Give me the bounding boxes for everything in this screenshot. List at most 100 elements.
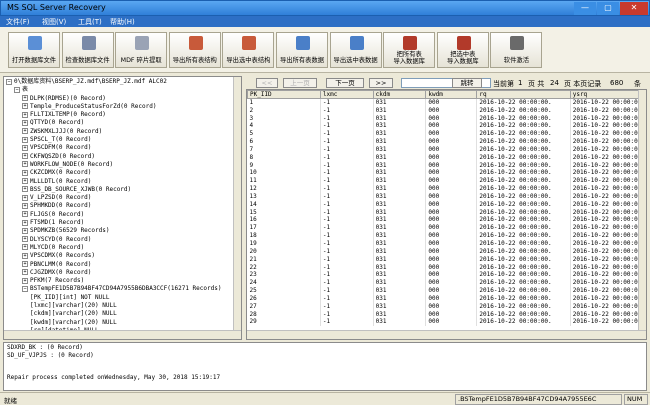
menu-view[interactable]: 视图(V) bbox=[42, 17, 66, 27]
expand-icon[interactable]: + bbox=[22, 178, 28, 185]
expand-icon[interactable]: + bbox=[22, 161, 28, 168]
expand-icon[interactable]: + bbox=[22, 95, 28, 102]
collapse-icon[interactable]: − bbox=[22, 285, 28, 292]
column-header-rq[interactable]: rq bbox=[476, 90, 571, 99]
tree-node[interactable]: + MLYCD(0 Record) bbox=[6, 244, 232, 252]
table-row[interactable]: 8 -1 031 000 2016-10-22 00:00:00. 2016-10-22 … bbox=[247, 153, 646, 162]
goto-page-button[interactable]: 跳转 bbox=[452, 78, 482, 88]
table-row[interactable]: 12 -1 031 000 2016-10-22 00:00:00. 2016-10-22… bbox=[247, 184, 646, 193]
column-header-lxmc[interactable]: lxmc bbox=[319, 90, 374, 99]
table-row[interactable]: 7 -1 031 000 2016-10-22 00:00:00. 2016-10-22 … bbox=[247, 145, 646, 154]
table-row[interactable]: 26 -1 031 000 2016-10-22 00:00:00. 2016-10-22… bbox=[247, 294, 646, 303]
tree-node[interactable]: + FLLTIXLTEMP(0 Record) bbox=[6, 111, 232, 119]
expand-icon[interactable]: + bbox=[22, 103, 28, 110]
expand-icon[interactable]: + bbox=[22, 277, 28, 284]
toolbar-button-1[interactable]: 检查数据库文件 bbox=[61, 32, 114, 68]
table-row[interactable]: 1 -1 031 000 2016-10-22 00:00:00. 2016-10-22 … bbox=[247, 98, 646, 107]
expand-icon[interactable]: + bbox=[22, 261, 28, 268]
toolbar-button-6[interactable]: 导出选中表数据 bbox=[329, 32, 382, 68]
tree-node[interactable]: + CJGZDMX(0 Record) bbox=[6, 269, 232, 277]
tree-node[interactable]: + FLJGS(0 Record) bbox=[6, 211, 232, 219]
table-row[interactable]: 19 -1 031 000 2016-10-22 00:00:00. 2016-10-22… bbox=[247, 239, 646, 248]
maximize-button[interactable]: ▢ bbox=[597, 2, 619, 15]
table-row[interactable]: 18 -1 031 000 2016-10-22 00:00:00. 2016-10-22… bbox=[247, 232, 646, 240]
table-row[interactable]: 28 -1 031 000 2016-10-22 00:00:00. 2016-10-22… bbox=[247, 310, 646, 319]
tree-node[interactable]: − BSTempFE1D5B7B94BF47CD94A7955B6DBA3CCF(… bbox=[6, 285, 232, 293]
expand-icon[interactable]: + bbox=[22, 227, 28, 234]
expand-icon[interactable]: + bbox=[22, 136, 28, 143]
tree-node[interactable]: + V_LPZSD(0 Record) bbox=[6, 194, 232, 202]
expand-icon[interactable]: + bbox=[22, 169, 28, 176]
expand-icon[interactable]: + bbox=[22, 144, 28, 151]
table-row[interactable]: 5 -1 031 000 2016-10-22 00:00:00. 2016-10-22 … bbox=[247, 130, 646, 138]
toolbar-button-0[interactable]: 打开数据库文件 bbox=[8, 32, 60, 68]
next-page-button[interactable]: 下一页 bbox=[326, 78, 364, 88]
table-row[interactable]: 23 -1 031 000 2016-10-22 00:00:00. 2016-10-22… bbox=[247, 271, 646, 280]
tree-node[interactable]: + VPSCDFM(0 Record) bbox=[6, 144, 232, 152]
grid-horizontal-scrollbar[interactable] bbox=[247, 330, 646, 339]
tree-node[interactable]: [kwdm][varchar](20) NULL bbox=[6, 319, 232, 327]
table-row[interactable]: 10 -1 031 000 2016-10-22 00:00:00. 2016-10-22… bbox=[247, 169, 646, 178]
menu-file[interactable]: 文件(F) bbox=[6, 17, 30, 27]
table-row[interactable]: 6 -1 031 000 2016-10-22 00:00:00. 2016-10-22 … bbox=[247, 137, 646, 146]
column-header-pk_iid[interactable]: PK_IID bbox=[247, 90, 321, 99]
table-row[interactable]: 9 -1 031 000 2016-10-22 00:00:00. 2016-10-22 … bbox=[247, 161, 646, 170]
table-row[interactable]: 22 -1 031 000 2016-10-22 00:00:00. 2016-10-22… bbox=[247, 263, 646, 272]
expand-icon[interactable]: + bbox=[22, 269, 28, 276]
tree-horizontal-scrollbar[interactable] bbox=[4, 330, 241, 339]
tree-node[interactable]: + PBNCLMM(0 Record) bbox=[6, 261, 232, 269]
menu-help[interactable]: 帮助(H) bbox=[110, 17, 135, 27]
first-page-button[interactable]: << bbox=[256, 78, 278, 88]
table-row[interactable]: 17 -1 031 000 2016-10-22 00:00:00. 2016-10-22… bbox=[247, 224, 646, 232]
tree-node[interactable]: −0\数据库资料\BSERP_JZ.mdf\BSERP_JZ.mdf ALC02 bbox=[6, 78, 232, 86]
tree-node[interactable]: + DLPK(RDMSE)(0 Record) bbox=[6, 95, 232, 103]
toolbar-button-8[interactable]: 把选中表 导入数据库 bbox=[436, 32, 489, 68]
tree-node[interactable]: + WORKFLOW_NODE(0 Record) bbox=[6, 161, 232, 169]
toolbar-button-2[interactable]: MDF 碎片提取 bbox=[115, 32, 168, 68]
table-row[interactable]: 14 -1 031 000 2016-10-22 00:00:00. 2016-10-22… bbox=[247, 200, 646, 209]
toolbar-button-9[interactable]: 软件激活 bbox=[490, 32, 543, 68]
expand-icon[interactable]: + bbox=[22, 111, 28, 118]
tree-node[interactable]: + ZWSKMXLJJJ(0 Record) bbox=[6, 128, 232, 136]
minimize-button[interactable]: — bbox=[574, 2, 596, 15]
table-row[interactable]: 3 -1 031 000 2016-10-22 00:00:00. 2016-10-22 … bbox=[247, 114, 646, 123]
tree-node[interactable]: + SPSCL_T(0 Record) bbox=[6, 136, 232, 144]
table-row[interactable]: 29 -1 031 000 2016-10-22 00:00:00. 2016-10-22… bbox=[247, 318, 646, 327]
table-row[interactable]: 13 -1 031 000 2016-10-22 00:00:00. 2016-10-22… bbox=[247, 192, 646, 201]
prev-page-button[interactable]: 上一页 bbox=[283, 78, 317, 88]
tree-node[interactable]: [lxmc][varchar](20) NULL bbox=[6, 302, 232, 310]
tree-node[interactable]: + Temple_ProduceStatusForZd(0 Record) bbox=[6, 103, 232, 111]
expand-icon[interactable]: + bbox=[22, 202, 28, 209]
expand-icon[interactable]: + bbox=[22, 186, 28, 193]
tree-node[interactable]: + CKZCDMX(0 Record) bbox=[6, 169, 232, 177]
tree-node[interactable]: + SPDMKZB(56529 Records) bbox=[6, 227, 232, 235]
expand-icon[interactable]: + bbox=[22, 252, 28, 259]
expand-icon[interactable]: + bbox=[22, 119, 28, 126]
table-row[interactable]: 25 -1 031 000 2016-10-22 00:00:00. 2016-10-22… bbox=[247, 286, 646, 295]
tree-node[interactable]: [PK_IID][int] NOT NULL bbox=[6, 294, 232, 302]
menu-tools[interactable]: 工具(T) bbox=[78, 17, 102, 27]
table-row[interactable]: 11 -1 031 000 2016-10-22 00:00:00. 2016-10-22… bbox=[247, 177, 646, 185]
table-row[interactable]: 16 -1 031 000 2016-10-22 00:00:00. 2016-10-22… bbox=[247, 216, 646, 225]
tree-node[interactable]: + QTTYD(0 Record) bbox=[6, 119, 232, 127]
table-row[interactable]: 2 -1 031 000 2016-10-22 00:00:00. 2016-10-22 … bbox=[247, 106, 646, 115]
table-row[interactable]: 24 -1 031 000 2016-10-22 00:00:00. 2016-10-22… bbox=[247, 279, 646, 287]
expand-icon[interactable]: + bbox=[22, 219, 28, 226]
table-row[interactable]: 4 -1 031 000 2016-10-22 00:00:00. 2016-10-22 … bbox=[247, 122, 646, 131]
toolbar-button-4[interactable]: 导出选中表结构 bbox=[222, 32, 275, 68]
expand-icon[interactable]: + bbox=[22, 194, 28, 201]
tree-node[interactable]: + MLLLDTL(0 Record) bbox=[6, 178, 232, 186]
tree-node[interactable]: − 表 bbox=[6, 86, 232, 94]
tree-node[interactable]: + CKFWQSZD(0 Record) bbox=[6, 153, 232, 161]
tree-node[interactable]: + PFKM(7 Records) bbox=[6, 277, 232, 285]
expand-icon[interactable]: + bbox=[22, 211, 28, 218]
tree-node[interactable]: + SPHMKDD(0 Record) bbox=[6, 202, 232, 210]
tree-node[interactable]: + VPSCDMX(0 Records) bbox=[6, 252, 232, 260]
toolbar-button-3[interactable]: 导出所有表结构 bbox=[168, 32, 221, 68]
table-row[interactable]: 20 -1 031 000 2016-10-22 00:00:00. 2016-10-22… bbox=[247, 247, 646, 256]
table-row[interactable]: 15 -1 031 000 2016-10-22 00:00:00. 2016-10-22… bbox=[247, 208, 646, 217]
column-header-ysrq[interactable]: ysrq bbox=[569, 90, 646, 99]
tree-node[interactable]: + FTSMD(1 Record) bbox=[6, 219, 232, 227]
table-row[interactable]: 27 -1 031 000 2016-10-22 00:00:00. 2016-10-22… bbox=[247, 302, 646, 311]
column-header-kwdm[interactable]: kwdm bbox=[425, 90, 478, 99]
